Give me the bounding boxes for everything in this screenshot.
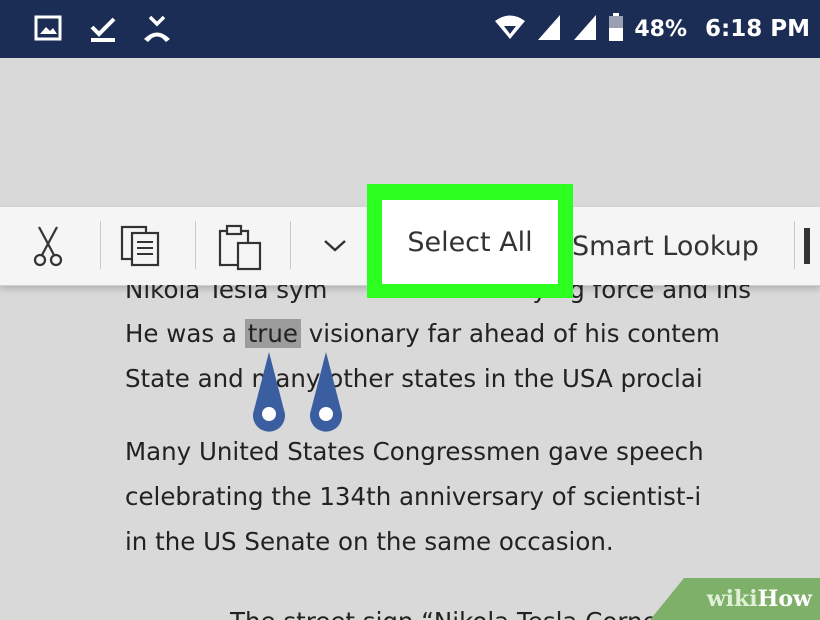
more-options-icon[interactable]	[804, 228, 810, 264]
text-line: State and many other states in the USA p…	[125, 364, 703, 393]
clock: 6:18 PM	[705, 16, 810, 42]
status-right-group: 48% 6:18 PM	[494, 12, 810, 46]
toolbar-divider	[100, 221, 101, 269]
battery-icon	[608, 12, 624, 46]
smart-lookup-button[interactable]: Smart Lookup	[572, 207, 759, 285]
toolbar-divider	[794, 221, 795, 269]
toolbar-divider	[195, 221, 196, 269]
scissors-icon[interactable]	[30, 223, 66, 273]
checkmark-icon	[88, 14, 118, 48]
text-line: Many United States Congressmen gave spee…	[125, 437, 704, 466]
gallery-icon	[34, 14, 62, 46]
signal-icon	[536, 13, 562, 45]
status-bar: 48% 6:18 PM	[0, 0, 820, 58]
copy-icon[interactable]	[118, 223, 164, 273]
text-line: The street sign “Nikola Tesla Corner”	[230, 607, 681, 620]
document-body[interactable]: Nikola Tesla sym ying force and ins He wa…	[0, 285, 820, 620]
selected-word[interactable]: true	[244, 319, 301, 348]
signal-icon-2	[572, 13, 598, 45]
text-line: in the US Senate on the same occasion.	[125, 527, 614, 556]
toolbar-divider	[290, 221, 291, 269]
chevron-down-icon[interactable]	[322, 237, 348, 259]
battery-percent: 48%	[634, 16, 688, 42]
text-line: He was a true visionary far ahead of his…	[125, 319, 720, 348]
missed-call-icon	[142, 14, 172, 48]
select-all-button[interactable]: Select All	[382, 200, 558, 284]
selection-start-handle[interactable]	[251, 352, 287, 438]
text-line: celebrating the 134th anniversary of sci…	[125, 482, 702, 511]
paste-icon[interactable]	[214, 223, 266, 275]
selection-end-handle[interactable]	[308, 352, 344, 438]
wifi-icon	[494, 14, 526, 44]
